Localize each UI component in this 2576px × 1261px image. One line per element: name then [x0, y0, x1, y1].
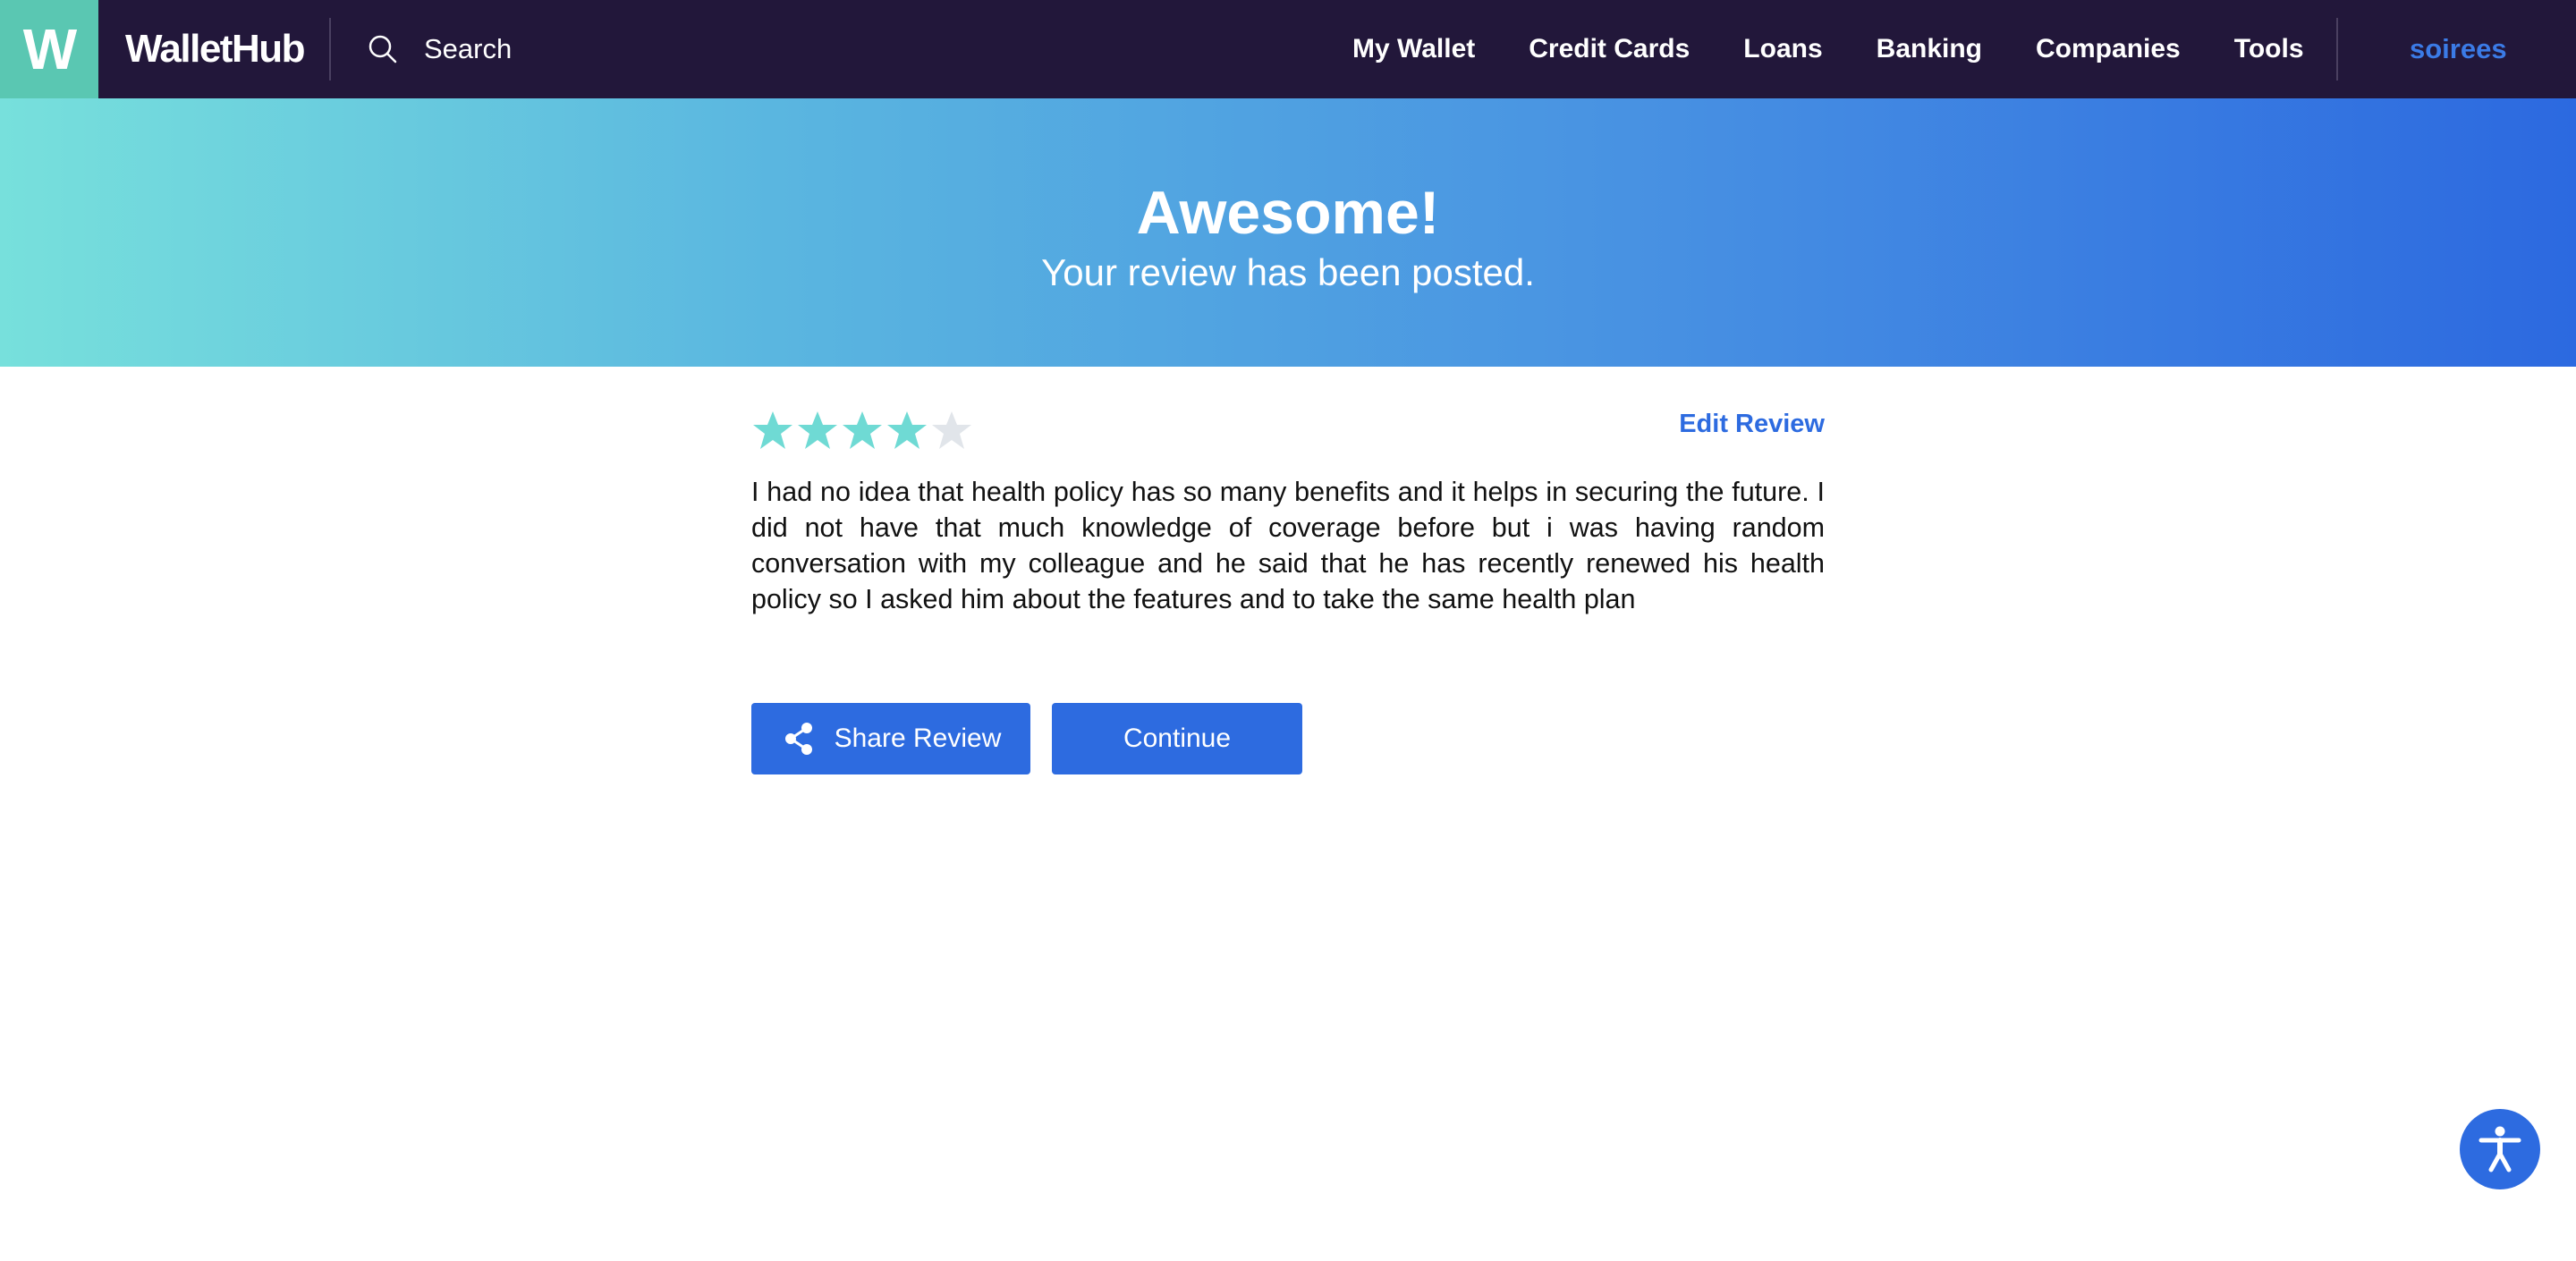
star-filled-icon	[798, 411, 837, 449]
star-empty-icon	[932, 411, 971, 449]
user-account-link[interactable]: soirees	[2410, 0, 2507, 98]
nav-banking[interactable]: Banking	[1877, 34, 1982, 64]
search-box[interactable]: Search	[365, 31, 512, 67]
confirmation-banner: Awesome! Your review has been posted.	[0, 98, 2576, 367]
top-navigation-bar: W WalletHub Search My Wallet Credit Card…	[0, 0, 2576, 98]
brand-divider	[328, 18, 331, 80]
share-review-button[interactable]: Share Review	[751, 703, 1030, 774]
rating-row: Edit Review	[751, 367, 1825, 474]
nav-credit-cards[interactable]: Credit Cards	[1529, 34, 1690, 64]
star-rating	[751, 410, 975, 451]
accessibility-icon	[2479, 1126, 2521, 1172]
continue-button[interactable]: Continue	[1052, 703, 1302, 774]
review-panel: Edit Review I had no idea that health po…	[751, 367, 1825, 774]
nav-companies[interactable]: Companies	[2036, 34, 2181, 64]
wallethub-logo-mark[interactable]: W	[0, 0, 98, 98]
nav-divider	[2336, 18, 2338, 80]
share-review-label: Share Review	[834, 724, 1002, 753]
star-filled-icon	[753, 411, 792, 449]
nav-tools[interactable]: Tools	[2234, 34, 2304, 64]
review-actions: Share Review Continue	[751, 703, 1302, 774]
nav-my-wallet[interactable]: My Wallet	[1352, 34, 1475, 64]
star-filled-icon	[843, 411, 882, 449]
main-nav: My Wallet Credit Cards Loans Banking Com…	[1352, 0, 2304, 98]
share-icon	[784, 723, 812, 755]
search-input[interactable]: Search	[424, 33, 512, 65]
nav-loans[interactable]: Loans	[1743, 34, 1822, 64]
star-filled-icon	[887, 411, 927, 449]
wallethub-logo-text[interactable]: WalletHub	[125, 27, 305, 72]
search-icon[interactable]	[365, 31, 401, 67]
banner-subtitle: Your review has been posted.	[1041, 251, 1535, 293]
logo-letter: W	[22, 17, 77, 81]
banner-title: Awesome!	[1136, 179, 1440, 247]
edit-review-link[interactable]: Edit Review	[1679, 410, 1825, 439]
review-text: I had no idea that health policy has so …	[751, 477, 1825, 614]
accessibility-button[interactable]	[2460, 1109, 2540, 1189]
